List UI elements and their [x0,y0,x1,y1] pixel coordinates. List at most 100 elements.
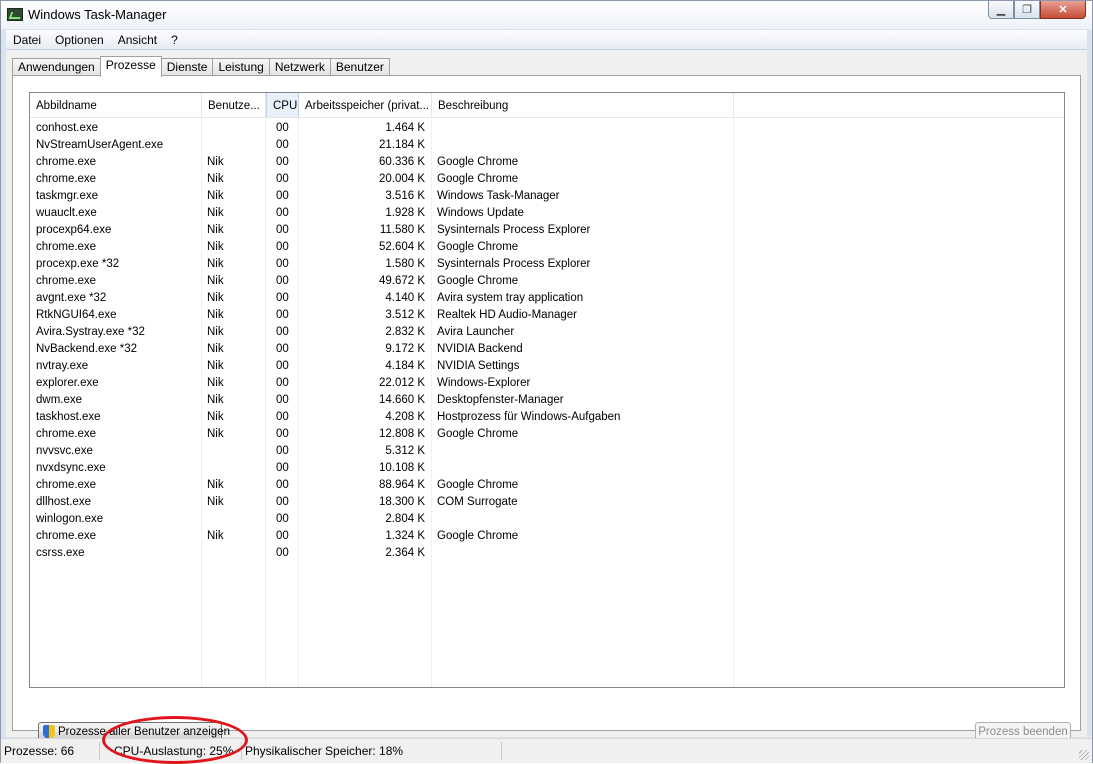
menu-optionen[interactable]: Optionen [48,33,111,47]
menu-datei[interactable]: Datei [6,33,48,47]
tab-netzwerk[interactable]: Netzwerk [268,58,331,76]
process-description-cell: Avira system tray application [437,292,584,304]
table-row[interactable]: nvvsvc.exe 00 5.312 K [30,443,1064,460]
process-memory-cell: 4.140 K [385,292,425,304]
menu-ansicht[interactable]: Ansicht [111,33,164,47]
process-description-cell: Google Chrome [437,428,519,440]
process-cpu-cell: 00 [276,190,289,202]
process-description-cell: Desktopfenster-Manager [437,394,564,406]
table-row[interactable]: winlogon.exe 00 2.804 K [30,511,1064,528]
process-cpu-cell: 00 [276,343,289,355]
process-name-cell: chrome.exe [36,479,97,491]
menu-help[interactable]: ? [164,33,185,47]
tab-prozesse[interactable]: Prozesse [99,56,162,77]
table-row[interactable]: avgnt.exe *32 Nik 00 4.140 K Avira system tr… [30,290,1064,307]
process-description-cell: Hostprozess für Windows-Aufgaben [437,411,621,423]
close-button[interactable]: ✕ [1040,1,1086,19]
process-memory-cell: 4.208 K [385,411,425,423]
table-row[interactable]: taskhost.exe Nik 00 4.208 K Hostprozess für … [30,409,1064,426]
process-name-cell: taskmgr.exe [36,190,98,202]
process-description-cell: Sysinternals Process Explorer [437,224,591,236]
task-manager-window: Windows Task-Manager ▁ ❐ ✕ Datei Optione… [0,0,1093,763]
table-row[interactable]: conhost.exe 00 1.464 K [30,120,1064,137]
process-cpu-cell: 00 [276,547,289,559]
column-header-memory[interactable]: Arbeitsspeicher (privat... [299,93,432,117]
process-cpu-cell: 00 [276,309,289,321]
process-memory-cell: 14.660 K [378,394,425,406]
process-user-cell: Nik [207,326,224,338]
column-header-user[interactable]: Benutze... [202,93,266,117]
status-physical-memory: Physikalischer Speicher: 18% [245,744,404,758]
table-row[interactable]: RtkNGUI64.exe Nik 00 3.512 K Realtek HD Audi… [30,307,1064,324]
process-description-cell: Realtek HD Audio-Manager [437,309,577,321]
table-row[interactable]: NvStreamUserAgent.exe 00 21.184 K [30,137,1064,154]
tab-anwendungen[interactable]: Anwendungen [12,58,101,76]
process-name-cell: nvtray.exe [36,360,89,372]
table-row[interactable]: csrss.exe 00 2.364 K [30,545,1064,562]
process-memory-cell: 2.364 K [385,547,425,559]
table-row[interactable]: nvtray.exe Nik 00 4.184 K NVIDIA Settings [30,358,1064,375]
status-separator [501,742,502,760]
table-row[interactable]: chrome.exe Nik 00 60.336 K Google Chrome [30,154,1064,171]
column-header-cpu[interactable]: ︿ CPU [266,93,299,117]
process-user-cell: Nik [207,496,224,508]
process-memory-cell: 2.832 K [385,326,425,338]
status-separator [99,742,100,760]
process-description-cell: Google Chrome [437,156,519,168]
table-row[interactable]: chrome.exe Nik 00 49.672 K Google Chrome [30,273,1064,290]
maximize-button[interactable]: ❐ [1014,1,1040,19]
table-row[interactable]: dllhost.exe Nik 00 18.300 K COM Surrogate [30,494,1064,511]
process-user-cell: Nik [207,411,224,423]
table-row[interactable]: chrome.exe Nik 00 20.004 K Google Chrome [30,171,1064,188]
process-user-cell: Nik [207,207,224,219]
process-memory-cell: 21.184 K [378,139,425,151]
process-memory-cell: 60.336 K [378,156,425,168]
process-name-cell: winlogon.exe [36,513,104,525]
table-row[interactable]: explorer.exe Nik 00 22.012 K Windows-Explore… [30,375,1064,392]
process-name-cell: taskhost.exe [36,411,101,423]
table-row[interactable]: chrome.exe Nik 00 52.604 K Google Chrome [30,239,1064,256]
table-row[interactable]: NvBackend.exe *32 Nik 00 9.172 K NVIDIA Back… [30,341,1064,358]
process-user-cell: Nik [207,224,224,236]
column-header-description[interactable]: Beschreibung [432,93,734,117]
process-description-cell: Windows Task-Manager [437,190,560,202]
tab-leistung[interactable]: Leistung [212,58,270,76]
table-row[interactable]: procexp.exe *32 Nik 00 1.580 K Sysinternals … [30,256,1064,273]
process-memory-cell: 9.172 K [385,343,425,355]
table-row[interactable]: wuauclt.exe Nik 00 1.928 K Windows Update [30,205,1064,222]
process-memory-cell: 20.004 K [378,173,425,185]
sort-ascending-icon: ︿ [278,93,286,95]
table-row[interactable]: nvxdsync.exe 00 10.108 K [30,460,1064,477]
process-description-cell: Google Chrome [437,479,519,491]
process-cpu-cell: 00 [276,224,289,236]
table-row[interactable]: dwm.exe Nik 00 14.660 K Desktopfenster-Manag… [30,392,1064,409]
table-row[interactable]: Avira.Systray.exe *32 Nik 00 2.832 K Avira L… [30,324,1064,341]
process-name-cell: wuauclt.exe [36,207,97,219]
column-header-cpu-label: CPU [273,100,298,112]
column-header-name[interactable]: Abbildname [30,93,202,117]
process-cpu-cell: 00 [276,173,289,185]
process-memory-cell: 18.300 K [378,496,425,508]
process-cpu-cell: 00 [276,156,289,168]
process-cpu-cell: 00 [276,445,289,457]
uac-shield-icon [43,725,55,739]
process-memory-cell: 1.580 K [385,258,425,270]
table-row[interactable]: chrome.exe Nik 00 88.964 K Google Chrome [30,477,1064,494]
process-name-cell: chrome.exe [36,173,97,185]
table-row[interactable]: chrome.exe Nik 00 1.324 K Google Chrome [30,528,1064,545]
tab-dienste[interactable]: Dienste [160,58,214,76]
table-row[interactable]: taskmgr.exe Nik 00 3.516 K Windows Task-Mana… [30,188,1064,205]
minimize-button[interactable]: ▁ [988,1,1014,19]
title-bar[interactable]: Windows Task-Manager ▁ ❐ ✕ [1,1,1092,29]
process-list[interactable]: Abbildname Benutze... ︿ CPU Arbeitsspeich… [29,92,1065,688]
process-name-cell: avgnt.exe *32 [36,292,107,304]
table-row[interactable]: procexp64.exe Nik 00 11.580 K Sysinternals P… [30,222,1064,239]
tab-benutzer[interactable]: Benutzer [329,58,390,76]
table-row[interactable]: chrome.exe Nik 00 12.808 K Google Chrome [30,426,1064,443]
process-name-cell: procexp.exe *32 [36,258,120,270]
process-user-cell: Nik [207,275,224,287]
process-cpu-cell: 00 [276,207,289,219]
resize-grip-icon[interactable] [1079,750,1089,760]
process-cpu-cell: 00 [276,292,289,304]
process-user-cell: Nik [207,292,224,304]
